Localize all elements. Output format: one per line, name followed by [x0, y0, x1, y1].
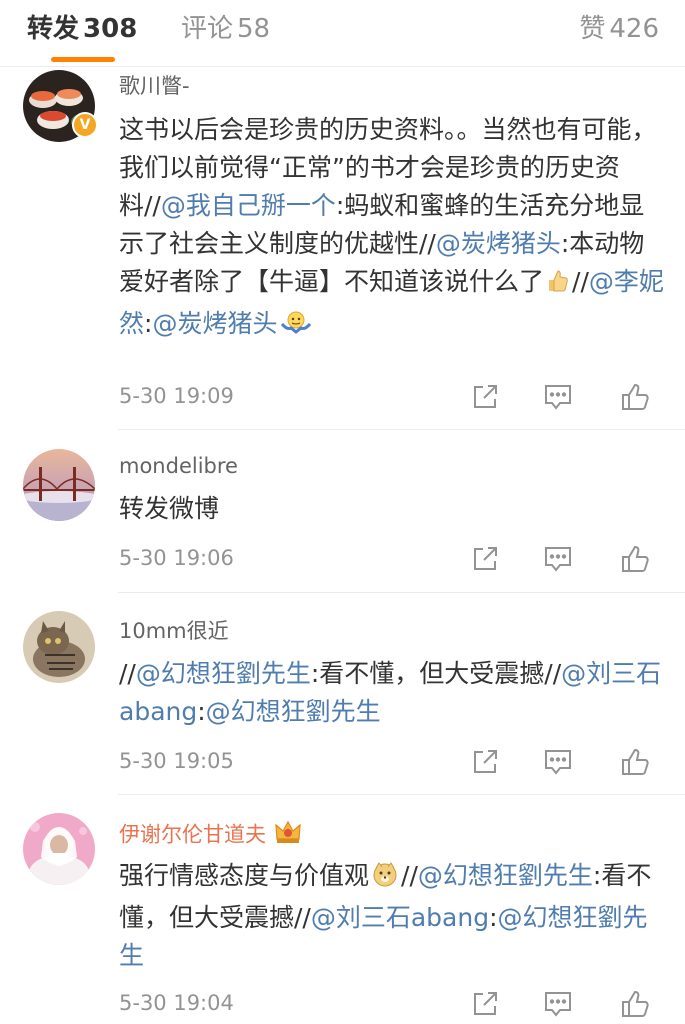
username-text: 伊谢尔伦甘道夫: [119, 822, 266, 847]
tab-like-label: 赞: [579, 14, 606, 44]
comment-text: 强行情感态度与价值观//@幻想狂劉先生:看不懂，但大受震撼//@刘三石abang…: [119, 857, 665, 975]
tab-like[interactable]: 赞 426: [579, 12, 659, 46]
timestamp: 5-30 19:09: [119, 384, 234, 408]
text-segment: //: [572, 267, 589, 296]
timestamp: 5-30 19:04: [119, 991, 234, 1015]
crown-icon: [274, 819, 302, 852]
action-bar: [470, 989, 660, 1019]
action-bar: [470, 382, 660, 412]
like-icon[interactable]: [620, 382, 650, 412]
share-icon[interactable]: [470, 382, 500, 412]
doge-emoji: [371, 861, 399, 899]
text-segment: 转发微博: [119, 494, 220, 523]
comment-icon[interactable]: [543, 382, 573, 412]
share-icon[interactable]: [470, 989, 500, 1019]
tab-repost[interactable]: 转发 308: [27, 12, 137, 46]
username[interactable]: 伊谢尔伦甘道夫: [119, 819, 302, 852]
comment-text: 转发微博: [119, 490, 665, 528]
tab-comment-count: 58: [237, 14, 271, 44]
username[interactable]: 10mm很近: [119, 617, 229, 645]
mention-link[interactable]: @炭烤猪头: [436, 229, 561, 258]
comment-icon[interactable]: [543, 747, 573, 777]
like-icon[interactable]: [620, 989, 650, 1019]
text-segment: //: [119, 659, 136, 688]
comment-text: 这书以后会是珍贵的历史资料。。当然也有可能，我们以前觉得“正常”的书才会是珍贵的…: [119, 111, 665, 347]
text-segment: 强行情感态度与价值观: [119, 861, 370, 890]
tab-repost-count: 308: [83, 14, 138, 44]
comment-icon[interactable]: [543, 989, 573, 1019]
share-icon[interactable]: [470, 747, 500, 777]
text-segment: //: [401, 861, 418, 890]
tab-bar: 转发 308 评论 58 赞 426: [0, 0, 685, 67]
like-icon[interactable]: [620, 747, 650, 777]
mention-link[interactable]: @刘三石abang: [311, 903, 489, 932]
divider: [118, 429, 685, 430]
timestamp: 5-30 19:05: [119, 749, 234, 773]
timestamp: 5-30 19:06: [119, 546, 234, 570]
mention-link[interactable]: @炭烤猪头: [152, 309, 277, 338]
divider: [118, 794, 685, 795]
comment-text: //@幻想狂劉先生:看不懂，但大受震撼//@刘三石abang:@幻想狂劉先生: [119, 655, 665, 731]
share-icon[interactable]: [470, 544, 500, 574]
active-tab-indicator: [51, 57, 115, 62]
tab-comment[interactable]: 评论 58: [181, 12, 270, 46]
avatar[interactable]: [23, 813, 95, 885]
text-segment: :: [197, 697, 206, 726]
tab-comment-label: 评论: [181, 14, 234, 44]
avatar[interactable]: [23, 611, 95, 683]
action-bar: [470, 747, 660, 777]
mention-link[interactable]: @幻想狂劉先生: [206, 697, 381, 726]
tab-repost-label: 转发: [27, 14, 80, 44]
text-segment: :看不懂，但大受震撼//: [310, 659, 562, 688]
verified-badge-icon: V: [72, 112, 98, 138]
divider: [118, 592, 685, 593]
tab-like-count: 426: [609, 14, 659, 44]
username[interactable]: mondelibre: [119, 452, 238, 480]
username[interactable]: 歌川瞥-: [119, 72, 190, 100]
comment-icon[interactable]: [543, 544, 573, 574]
mention-link[interactable]: @我自己掰一个: [161, 191, 336, 220]
mention-link[interactable]: @幻想狂劉先生: [136, 659, 311, 688]
mention-link[interactable]: @幻想狂劉先生: [418, 861, 593, 890]
action-bar: [470, 544, 660, 574]
avatar[interactable]: [23, 449, 95, 521]
like-icon[interactable]: [620, 544, 650, 574]
text-segment: :: [489, 903, 498, 932]
thumb-up-emoji: [546, 267, 570, 305]
shrug-emoji: [279, 309, 313, 347]
